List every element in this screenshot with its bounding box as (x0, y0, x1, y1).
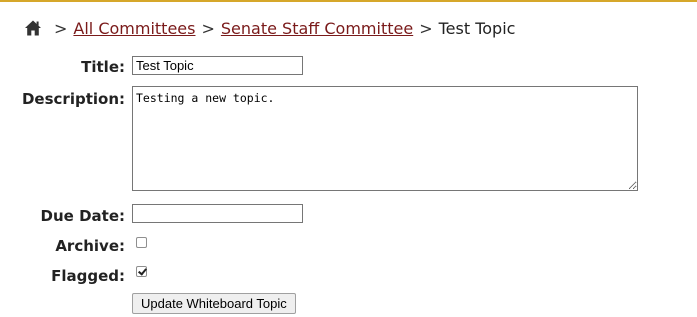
title-input[interactable] (132, 56, 303, 75)
title-label: Title: (81, 58, 125, 76)
flagged-checkbox[interactable] (136, 266, 147, 277)
breadcrumb-separator: > (419, 18, 433, 38)
due-date-label: Due Date: (40, 207, 125, 225)
home-icon[interactable] (24, 19, 42, 37)
update-whiteboard-topic-button[interactable]: Update Whiteboard Topic (132, 293, 296, 314)
due-date-input[interactable] (132, 204, 303, 223)
breadcrumb: > All Committees > Senate Staff Committe… (24, 16, 515, 40)
archive-label: Archive: (55, 237, 125, 255)
archive-checkbox[interactable] (136, 237, 147, 248)
breadcrumb-separator: > (54, 18, 68, 38)
breadcrumb-link-senate-staff-committee[interactable]: Senate Staff Committee (221, 19, 413, 38)
description-label: Description: (21, 90, 125, 108)
breadcrumb-current: Test Topic (438, 18, 516, 38)
top-accent-rule (0, 0, 697, 2)
breadcrumb-separator: > (201, 18, 215, 38)
breadcrumb-link-all-committees[interactable]: All Committees (73, 19, 195, 38)
description-textarea[interactable]: Testing a new topic. (132, 86, 638, 191)
flagged-label: Flagged: (51, 267, 125, 285)
